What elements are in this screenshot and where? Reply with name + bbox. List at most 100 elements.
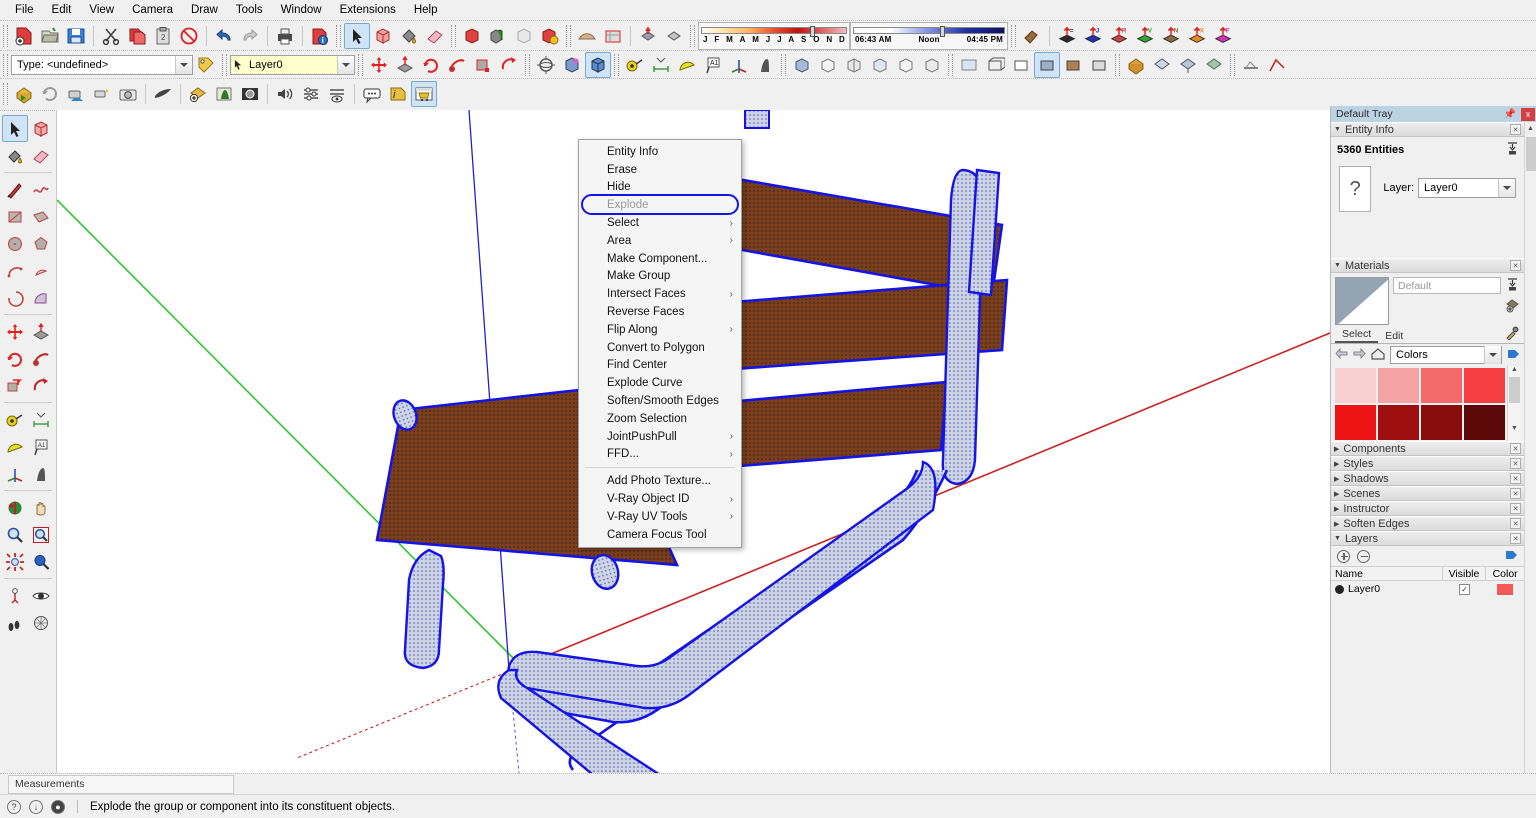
tab-edit[interactable]: Edit	[1378, 330, 1410, 343]
position-camera-tool[interactable]	[2, 582, 28, 609]
wireframe-style-button[interactable]	[982, 52, 1008, 78]
pushpull-tool-button[interactable]	[392, 52, 418, 78]
erase-button[interactable]	[176, 23, 202, 49]
panel-close-icon[interactable]: ✕	[1510, 124, 1521, 135]
layer-dropdown[interactable]: Layer0	[230, 54, 355, 75]
scrollbar-thumb[interactable]	[1509, 377, 1520, 403]
context-menu-item-hide[interactable]: Hide	[579, 179, 741, 197]
intersect-button[interactable]	[485, 23, 511, 49]
protractor-button[interactable]	[674, 52, 700, 78]
eraser-tool[interactable]	[28, 142, 54, 169]
menu-item-file[interactable]: File	[6, 2, 43, 18]
swatch-scrollbar[interactable]: ▲ ▼	[1507, 366, 1521, 441]
rectangle-tool[interactable]	[2, 203, 28, 230]
context-menu-item-explode-curve[interactable]: Explode Curve	[579, 374, 741, 392]
add-layer-button[interactable]	[1337, 549, 1350, 563]
toolbar-grip[interactable]	[1011, 24, 1016, 47]
redo-button[interactable]	[237, 23, 263, 49]
open-button[interactable]	[37, 23, 63, 49]
layer-color-chip[interactable]	[1497, 583, 1514, 595]
scrollbar-thumb[interactable]	[1525, 137, 1536, 171]
vray-add-geometry-button[interactable]	[185, 81, 211, 107]
layer-button-default[interactable]: =	[1054, 23, 1080, 49]
material-swatch-grid[interactable]	[1331, 366, 1507, 441]
iso-view-button[interactable]	[789, 52, 815, 78]
toolbar-grip[interactable]	[1230, 53, 1235, 76]
make-component-tool[interactable]	[28, 115, 54, 142]
paint-bucket-tool[interactable]	[2, 142, 28, 169]
context-menu-item-zoom-selection[interactable]: Zoom Selection	[579, 410, 741, 428]
home-icon[interactable]	[1371, 347, 1385, 363]
vray-render-interactive-button[interactable]	[37, 81, 63, 107]
chevron-down-icon[interactable]	[175, 55, 192, 74]
left-view-button[interactable]	[919, 52, 945, 78]
layer-paint-button[interactable]	[1019, 23, 1045, 49]
new-button[interactable]	[11, 23, 37, 49]
panel-header-entity-info[interactable]: ▼ Entity Info ✕	[1331, 122, 1524, 137]
toolbar-grip[interactable]	[336, 24, 341, 47]
material-swatch-5[interactable]	[1378, 405, 1419, 440]
vray-chat-button[interactable]	[359, 81, 385, 107]
menu-item-tools[interactable]: Tools	[227, 2, 272, 18]
xray-style-button[interactable]	[956, 52, 982, 78]
panel-header-scenes[interactable]: ▶ Scenes ✕	[1331, 486, 1524, 501]
look-around-tool[interactable]	[28, 582, 54, 609]
expand-collapse-icon[interactable]	[1507, 142, 1518, 158]
layer-active-radio[interactable]	[1335, 584, 1344, 594]
vray-render-cloud-button[interactable]	[63, 81, 89, 107]
help-icon[interactable]: ?	[7, 799, 21, 814]
scroll-up-icon[interactable]: ▲	[1525, 122, 1536, 135]
visible-checkbox[interactable]: ✓	[1458, 583, 1470, 595]
vray-render-button[interactable]	[11, 81, 37, 107]
previous-view-tool[interactable]	[28, 548, 54, 575]
layer-name-cell[interactable]: Layer0	[1331, 583, 1443, 595]
from-contours-button[interactable]	[600, 23, 626, 49]
panel-close-icon[interactable]: ✕	[1510, 473, 1521, 484]
arc-tool[interactable]	[2, 257, 28, 284]
paste-button[interactable]: 2	[150, 23, 176, 49]
toolbar-grip[interactable]	[3, 83, 8, 105]
context-menu-item-select[interactable]: Select ›	[579, 214, 741, 232]
toolbar-grip[interactable]	[222, 53, 227, 76]
undo-button[interactable]	[211, 23, 237, 49]
menu-item-camera[interactable]: Camera	[123, 2, 182, 18]
panel-close-icon[interactable]: ✕	[1510, 533, 1521, 544]
make-component-button[interactable]	[370, 23, 396, 49]
chevron-down-icon[interactable]	[337, 55, 354, 74]
vray-info-button[interactable]: i	[385, 81, 411, 107]
close-icon[interactable]: x	[1521, 107, 1535, 121]
material-collection-dropdown[interactable]: Colors	[1390, 346, 1502, 364]
panel-close-icon[interactable]: ✕	[1510, 518, 1521, 529]
front-view-button[interactable]	[841, 52, 867, 78]
section-plane-button[interactable]	[1238, 52, 1264, 78]
copy-button[interactable]	[124, 23, 150, 49]
monochrome-button[interactable]	[1086, 52, 1112, 78]
texture-style-button[interactable]	[1060, 52, 1086, 78]
panel-header-soften-edges[interactable]: ▶ Soften Edges ✕	[1331, 516, 1524, 531]
paint-bucket-button[interactable]	[396, 23, 422, 49]
back-view-button[interactable]	[893, 52, 919, 78]
toolbar-grip[interactable]	[781, 53, 786, 76]
vray-preview-settings-button[interactable]	[324, 81, 350, 107]
context-menu-item-entity-info[interactable]: Entity Info	[579, 143, 741, 161]
context-menu-item-area[interactable]: Area ›	[579, 232, 741, 250]
material-name-field[interactable]: Default	[1393, 277, 1501, 294]
smoove-button[interactable]	[574, 23, 600, 49]
toolbar-grip[interactable]	[3, 24, 8, 47]
orbit-tool[interactable]	[2, 494, 28, 521]
panel-close-icon[interactable]: ✕	[1510, 443, 1521, 454]
material-sample-icon[interactable]	[1505, 298, 1520, 316]
position-camera-button[interactable]	[559, 52, 585, 78]
context-menu-item-flip-along[interactable]: Flip Along ›	[579, 321, 741, 339]
rotate-tool[interactable]	[2, 345, 28, 372]
dimension-tool[interactable]	[28, 406, 54, 433]
text-tool-button[interactable]: A1	[700, 52, 726, 78]
pin-icon[interactable]: 📌	[1504, 109, 1516, 120]
vray-frame-buffer-button[interactable]	[115, 81, 141, 107]
paint-tag-icon[interactable]	[193, 52, 219, 78]
entity-layer-dropdown[interactable]: Layer0	[1418, 178, 1516, 198]
toolbar-grip[interactable]	[566, 24, 571, 47]
toolbar-grip[interactable]	[3, 53, 8, 76]
toolbar-grip[interactable]	[451, 24, 456, 47]
table-row[interactable]: Layer0 ✓	[1331, 581, 1524, 597]
